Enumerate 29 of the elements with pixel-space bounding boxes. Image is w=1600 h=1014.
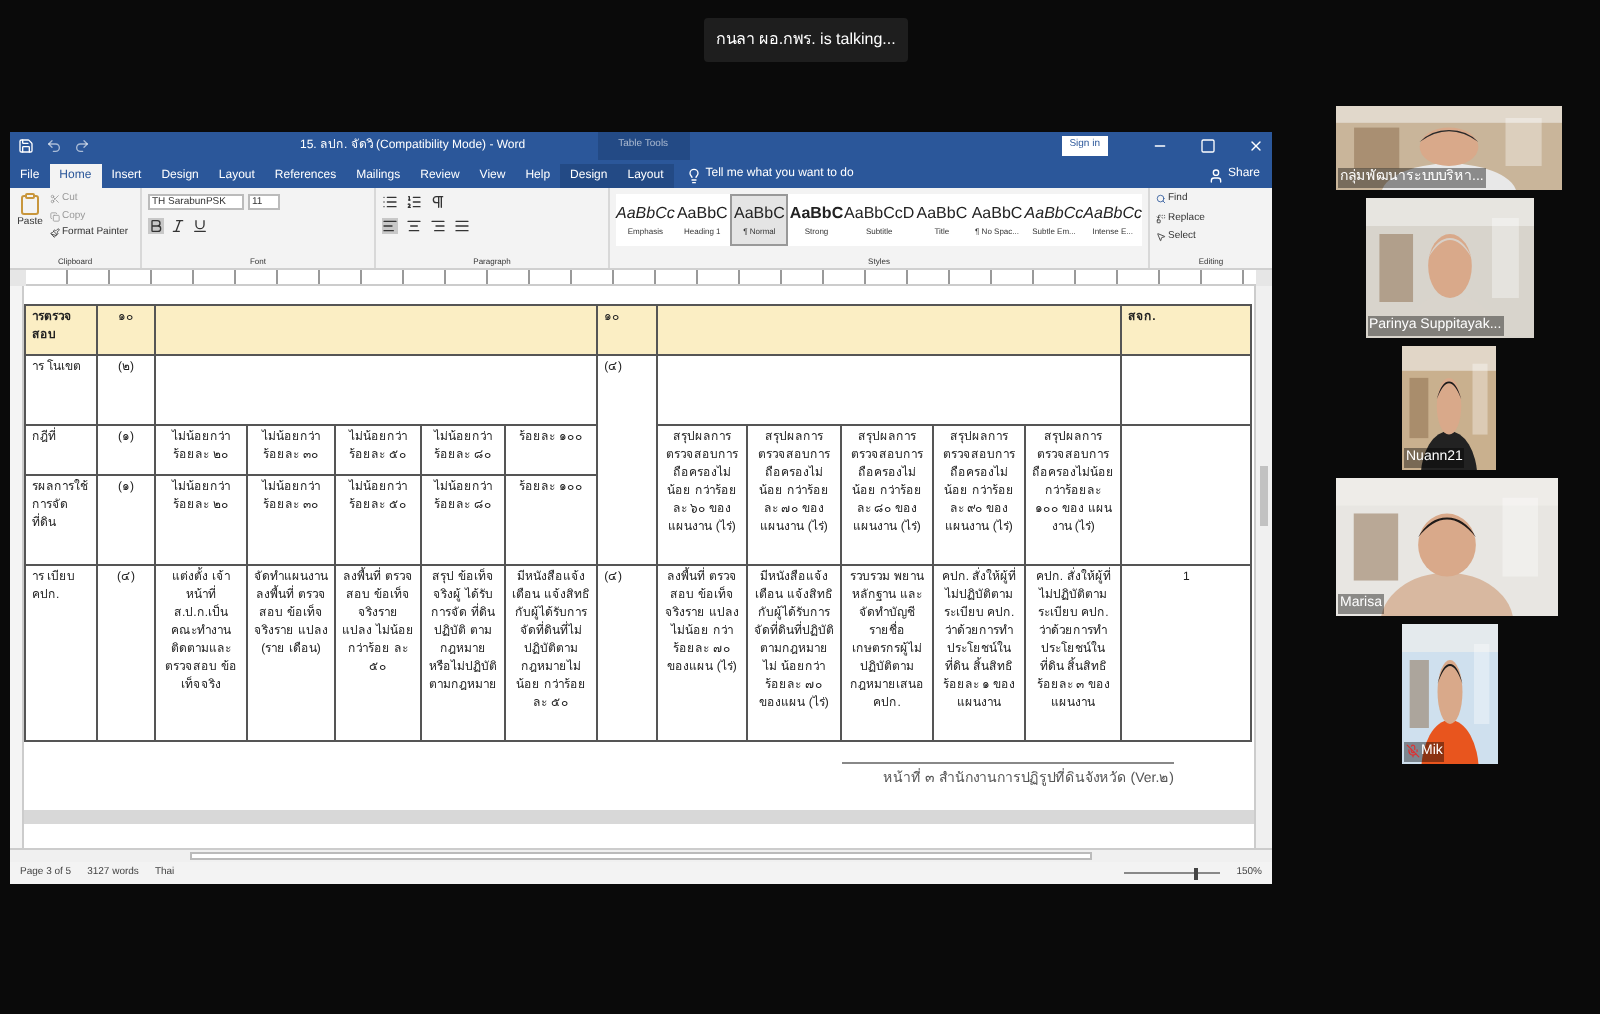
align-center-icon[interactable] — [406, 218, 422, 234]
pilcrow-icon[interactable] — [430, 194, 446, 210]
align-left-icon[interactable] — [382, 218, 398, 234]
align-right-icon[interactable] — [430, 218, 446, 234]
close-icon[interactable] — [1248, 138, 1264, 154]
lightbulb-icon[interactable] — [685, 168, 702, 184]
redo-icon[interactable] — [74, 138, 90, 154]
vertical-scrollbar[interactable] — [1254, 286, 1272, 848]
search-icon — [1156, 194, 1166, 205]
justify-icon[interactable] — [454, 218, 470, 234]
zoom-slider[interactable] — [1124, 867, 1221, 879]
bold-icon[interactable] — [148, 218, 164, 234]
copy-icon — [50, 211, 60, 222]
pointer-icon — [1156, 232, 1166, 243]
speaker-banner: กนลา ผอ.กพร. is talking... — [704, 18, 908, 62]
clipboard-icon — [18, 192, 42, 216]
horizontal-scrollbar[interactable] — [10, 848, 1272, 862]
muted-mic-icon — [1405, 744, 1419, 759]
undo-icon[interactable] — [46, 138, 62, 154]
replace-icon — [1156, 213, 1166, 224]
person-icon[interactable] — [1207, 168, 1224, 184]
cut-icon — [50, 194, 60, 205]
maximize-icon[interactable] — [1200, 138, 1216, 154]
paintbrush-icon — [50, 228, 60, 239]
save-icon[interactable] — [18, 138, 34, 154]
numbering-icon[interactable] — [406, 194, 422, 210]
italic-icon[interactable] — [170, 218, 186, 234]
underline-icon[interactable] — [192, 218, 208, 234]
bullets-icon[interactable] — [382, 194, 398, 210]
